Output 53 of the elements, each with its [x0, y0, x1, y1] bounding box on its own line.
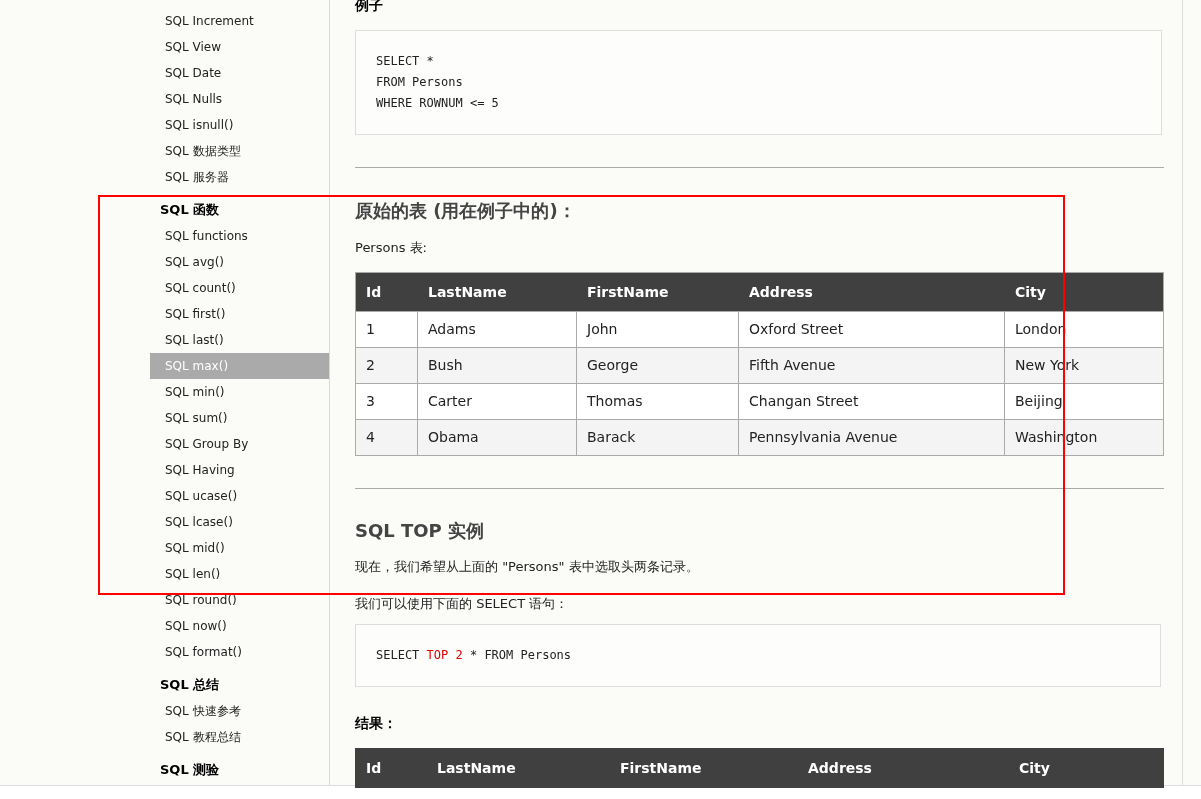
sidebar-item[interactable]: SQL count()	[150, 275, 329, 301]
code-line: WHERE ROWNUM <= 5	[376, 95, 500, 112]
table-cell-text: Beijing	[1014, 392, 1064, 411]
sidebar-item[interactable]: SQL lcase()	[150, 509, 329, 535]
sidebar-item[interactable]: SQL format()	[150, 639, 329, 665]
table-caption: Persons 表:	[355, 239, 428, 257]
sidebar-heading: SQL 测验	[159, 761, 221, 779]
sidebar-item[interactable]: SQL last()	[150, 327, 329, 353]
column-header: City	[1018, 759, 1051, 778]
sidebar-item[interactable]: SQL Having	[150, 457, 329, 483]
column-header: LastName	[427, 283, 508, 302]
table-cell: Obama	[418, 420, 577, 455]
column-header: LastName	[436, 759, 517, 778]
code-line: SELECT TOP 2 * FROM Persons	[376, 647, 573, 664]
column-header: Address	[748, 283, 814, 302]
section-heading: 原始的表 (用在例子中的)：	[355, 199, 577, 223]
sidebar-item[interactable]: SQL 快速参考	[150, 698, 329, 724]
sidebar-item[interactable]: SQL 数据类型	[150, 138, 329, 164]
sidebar-heading: SQL 总结	[159, 676, 221, 694]
section-heading: SQL TOP 实例	[355, 519, 486, 543]
sidebar-item[interactable]: SQL Nulls	[150, 86, 329, 112]
sidebar-item[interactable]: SQL len()	[150, 561, 329, 587]
sidebar-item[interactable]: SQL round()	[150, 587, 329, 613]
sidebar-item[interactable]: SQL first()	[150, 301, 329, 327]
sidebar-item[interactable]: SQL functions	[150, 223, 329, 249]
sidebar-item[interactable]: SQL mid()	[150, 535, 329, 561]
sidebar-heading: SQL 函数	[159, 201, 221, 219]
sidebar-item[interactable]: SQL 教程总结	[150, 724, 329, 750]
sidebar-item[interactable]: SQL Date	[150, 60, 329, 86]
paragraph: 现在，我们希望从上面的 "Persons" 表中选取头两条记录。	[355, 558, 700, 576]
table-cell: Pennsylvania Avenue	[739, 420, 1005, 455]
column-header: Id	[365, 283, 383, 302]
sidebar-item[interactable]: SQL ucase()	[150, 483, 329, 509]
column-header: Id	[365, 759, 383, 778]
code-line: SELECT *	[376, 53, 435, 70]
sidebar-item[interactable]: SQL sum()	[150, 405, 329, 431]
sidebar-item[interactable]: SQL avg()	[150, 249, 329, 275]
sidebar-item[interactable]: SQL Group By	[150, 431, 329, 457]
sidebar-item[interactable]: SQL isnull()	[150, 112, 329, 138]
column-header: FirstName	[586, 283, 670, 302]
column-header: FirstName	[619, 759, 703, 778]
column-header: Address	[807, 759, 873, 778]
sidebar-item[interactable]: SQL 服务器	[150, 164, 329, 190]
table-cell: 4	[356, 420, 418, 455]
code-line: FROM Persons	[376, 74, 464, 91]
sidebar-item[interactable]: SQL min()	[150, 379, 329, 405]
column-header: City	[1014, 283, 1047, 302]
table-cell: Barack	[577, 420, 739, 455]
section-heading: 结果：	[355, 714, 398, 733]
sidebar-item[interactable]: SQL Increment	[150, 8, 329, 34]
sidebar-item[interactable]: SQL View	[150, 34, 329, 60]
paragraph: 我们可以使用下面的 SELECT 语句：	[355, 595, 570, 613]
sidebar-item[interactable]: SQL now()	[150, 613, 329, 639]
